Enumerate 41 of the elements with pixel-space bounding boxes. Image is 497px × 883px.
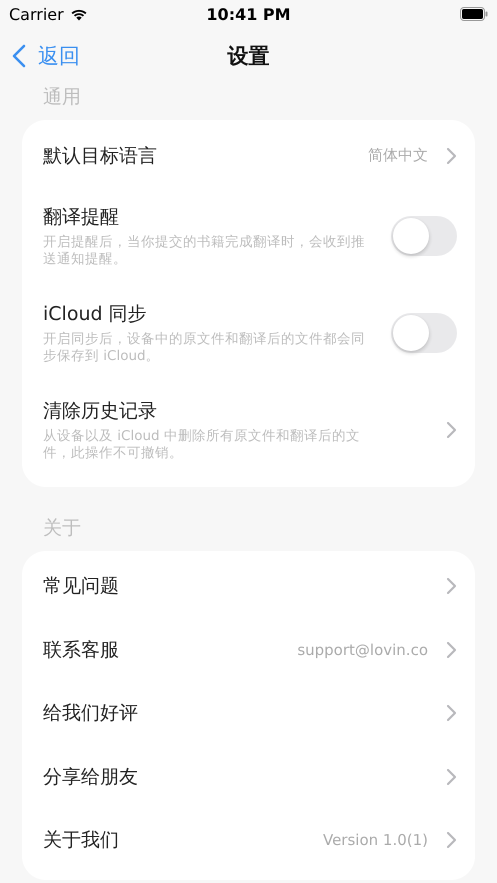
battery-icon bbox=[460, 7, 488, 21]
chevron-right-icon bbox=[446, 831, 457, 850]
nav-title: 设置 bbox=[228, 43, 270, 70]
row-description: 开启提醒后，当你提交的书籍完成翻译时，会收到推送通知提醒。 bbox=[43, 234, 366, 268]
chevron-right-icon bbox=[446, 146, 457, 165]
settings-row[interactable]: 默认目标语言 简体中文 bbox=[22, 124, 475, 188]
row-title: iCloud 同步 bbox=[43, 302, 148, 327]
row-description: 从设备以及 iCloud 中删除所有原文件和翻译后的文件，此操作不可撤销。 bbox=[43, 428, 361, 462]
row-title: 翻译提醒 bbox=[43, 205, 120, 230]
settings-row[interactable]: 清除历史记录 从设备以及 iCloud 中删除所有原文件和翻译后的文件，此操作不可撤销。 bbox=[22, 382, 475, 478]
chevron-left-icon bbox=[12, 44, 26, 68]
row-title: 分享给朋友 bbox=[43, 764, 139, 790]
toggle-switch[interactable] bbox=[391, 216, 457, 256]
settings-row[interactable]: 分享给朋友 bbox=[22, 745, 475, 808]
chevron-right-icon bbox=[446, 704, 457, 722]
row-title: 给我们好评 bbox=[43, 701, 139, 726]
carrier-label: Carrier bbox=[9, 4, 64, 24]
settings-row[interactable]: 翻译提醒 开启提醒后，当你提交的书籍完成翻译时，会收到推送通知提醒。 bbox=[22, 188, 475, 284]
settings-row[interactable]: iCloud 同步 开启同步后，设备中的原文件和翻译后的文件都会同步保存到 iCloud。 bbox=[22, 284, 475, 382]
settings-row[interactable]: 常见问题 bbox=[22, 554, 475, 618]
settings-row[interactable]: 给我们好评 bbox=[22, 682, 475, 745]
toggle-switch[interactable] bbox=[391, 313, 457, 353]
wifi-icon bbox=[70, 8, 88, 20]
row-title: 清除历史记录 bbox=[43, 399, 158, 424]
settings-row[interactable]: 联系客服 support@lovin.co bbox=[22, 618, 475, 682]
chevron-right-icon bbox=[446, 640, 457, 659]
status-time: 10:41 PM bbox=[206, 4, 291, 24]
row-value: 简体中文 bbox=[368, 146, 428, 166]
row-value: Version 1.0(1) bbox=[322, 831, 428, 850]
chevron-right-icon bbox=[446, 421, 457, 439]
row-description: 开启同步后，设备中的原文件和翻译后的文件都会同步保存到 iCloud。 bbox=[43, 331, 366, 365]
row-title: 联系客服 bbox=[43, 638, 120, 663]
chevron-right-icon bbox=[446, 768, 457, 786]
section-header: 通用 bbox=[42, 85, 82, 110]
chevron-right-icon bbox=[446, 577, 457, 596]
settings-row[interactable]: 关于我们 Version 1.0(1) bbox=[22, 808, 475, 872]
row-value: support@lovin.co bbox=[297, 640, 428, 659]
row-title: 默认目标语言 bbox=[43, 144, 158, 169]
row-title: 常见问题 bbox=[43, 574, 120, 600]
row-title: 关于我们 bbox=[43, 828, 120, 854]
section-header: 关于 bbox=[42, 516, 82, 540]
